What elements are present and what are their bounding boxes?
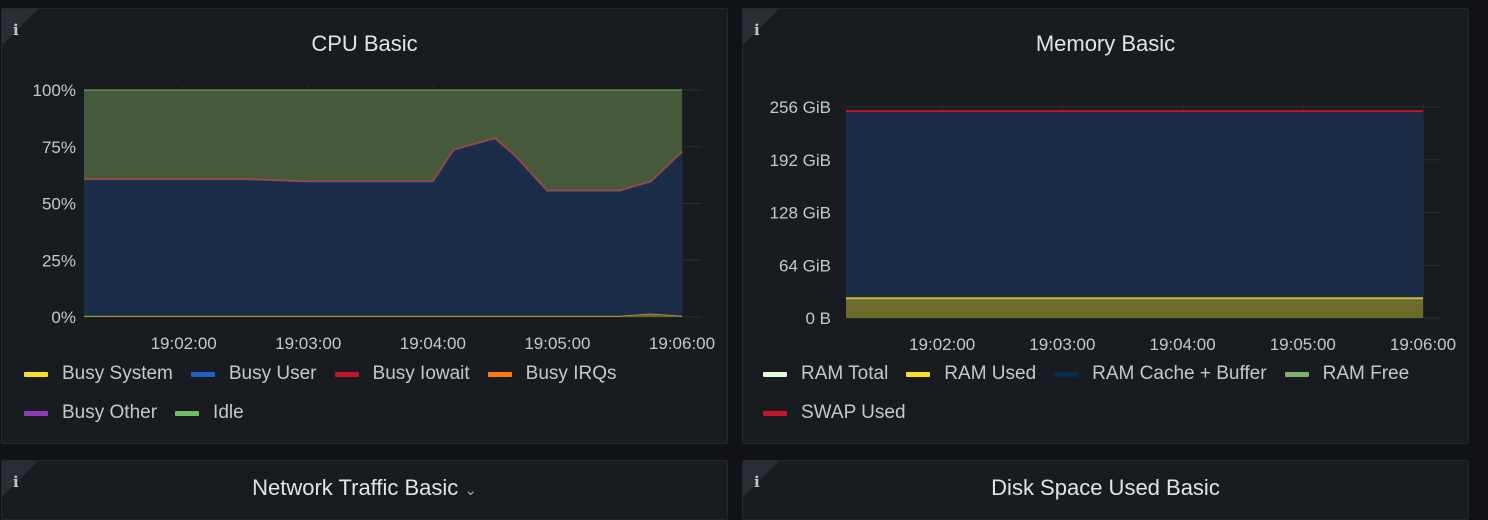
legend-swatch [1284,371,1309,377]
x-tick-label: 19:06:00 [649,334,715,353]
legend-item[interactable]: Idle [175,402,244,424]
panel-title-text[interactable]: Network Traffic Basic [252,475,458,500]
y-tick-label: 0% [51,308,76,327]
legend-label: RAM Free [1322,363,1410,384]
y-tick-label: 100% [33,81,76,100]
memory-basic-panel: i Memory Basic 256 GiB 192 GiB 128 GiB 64 G… [742,8,1469,444]
x-tick-label: 19:05:00 [1270,335,1336,354]
legend-label: RAM Cache + Buffer [1092,363,1267,384]
legend-label: Busy IRQs [525,363,617,384]
series-area-ram-cache-buffer [846,111,1423,299]
x-tick-label: 19:04:00 [400,334,466,353]
x-tick-label: 19:02:00 [909,335,975,354]
series-area-idle [84,90,682,191]
x-tick-label: 19:02:00 [151,334,217,353]
y-tick-label: 128 GiB [770,204,831,223]
y-tick-label: 50% [42,195,76,214]
y-tick-label: 0 B [805,309,831,328]
chevron-down-icon[interactable]: ⌄ [464,482,477,499]
legend-swatch [906,371,931,377]
legend-label: SWAP Used [801,402,906,423]
legend-item[interactable]: RAM Used [906,363,1036,385]
legend-item[interactable]: Busy User [190,363,317,385]
legend-item[interactable]: RAM Free [1284,363,1410,385]
legend-swatch [175,410,200,416]
legend-item[interactable]: RAM Cache + Buffer [1054,363,1267,385]
y-tick-label: 256 GiB [770,98,831,117]
disk-space-used-basic-panel: i Disk Space Used Basic [742,460,1469,520]
x-tick-label: 19:04:00 [1149,335,1215,354]
legend-item[interactable]: Busy System [24,363,173,385]
y-tick-label: 192 GiB [770,151,831,170]
legend-swatch [763,410,787,416]
legend-label: Busy Other [62,402,158,423]
panel-title[interactable]: Network Traffic Basic ⌄ [2,473,727,506]
legend-swatch [763,371,787,377]
legend-swatch [487,371,512,377]
legend-label: Busy User [228,363,317,384]
legend-item[interactable]: Busy IRQs [487,363,617,385]
panel-title[interactable]: Disk Space Used Basic [743,473,1468,503]
legend-swatch [334,371,359,377]
y-tick-label: 75% [42,138,76,157]
x-tick-label: 19:05:00 [524,334,590,353]
legend-item[interactable]: Busy Other [24,402,157,424]
legend-item[interactable]: Busy Iowait [334,363,470,385]
y-tick-label: 64 GiB [779,256,831,275]
x-tick-label: 19:03:00 [275,334,341,353]
network-traffic-basic-panel: i Network Traffic Basic ⌄ [1,460,728,520]
legend-swatch [1054,371,1079,377]
legend-label: RAM Used [944,363,1037,384]
series-area-ram-used [846,298,1423,318]
legend-item[interactable]: SWAP Used [763,402,906,424]
x-tick-label: 19:06:00 [1390,335,1456,354]
legend-label: Idle [213,402,244,423]
legend-label: Busy Iowait [372,363,470,384]
cpu-basic-panel: i CPU Basic 100% 75% 50% 25% 0% 19:02:00 19:03… [1,8,728,444]
legend-item[interactable]: RAM Total [763,363,888,385]
legend-label: Busy System [62,363,173,384]
legend-swatch [24,371,48,377]
legend-swatch [190,371,215,377]
legend-label: RAM Total [801,363,889,384]
x-tick-label: 19:03:00 [1029,335,1095,354]
legend-swatch [24,410,48,416]
y-tick-label: 25% [42,251,76,270]
